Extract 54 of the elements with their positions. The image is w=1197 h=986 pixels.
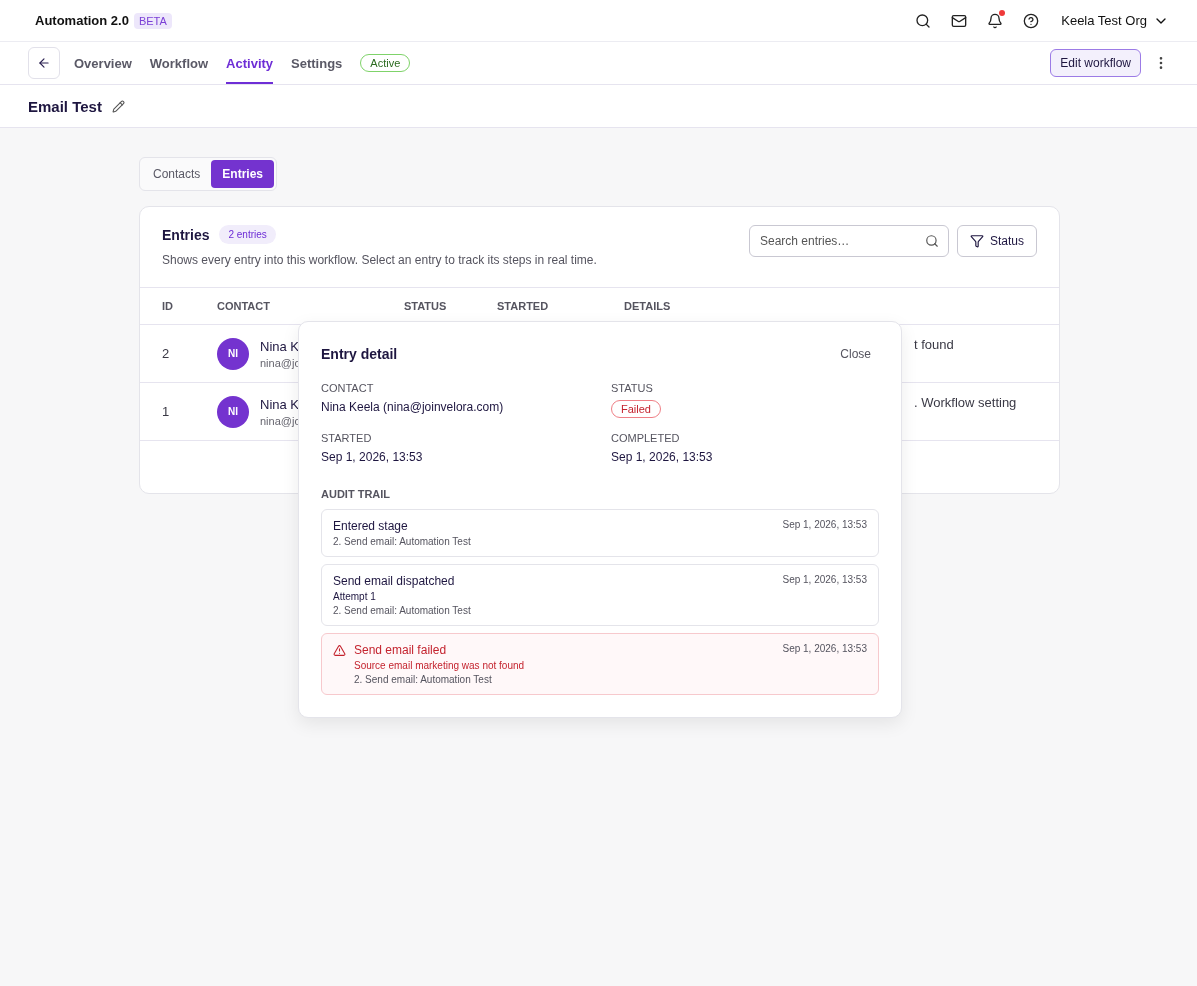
column-header: ID (140, 288, 217, 325)
segment-tab[interactable]: Contacts (142, 160, 212, 188)
field-value: Nina Keela (nina@joinvelora.com) (321, 400, 505, 414)
audit-detail: Attempt 1 (333, 591, 377, 602)
count-badge: 2 entries (219, 225, 276, 244)
page-title: Email Test (28, 97, 102, 115)
pencil-icon[interactable] (111, 99, 125, 113)
field-label: STARTED (321, 432, 373, 444)
avatar: NI (217, 337, 249, 370)
filter-icon (969, 234, 984, 248)
beta-badge: BETA (133, 12, 172, 29)
org-switcher[interactable]: Keela Test Org (1061, 12, 1169, 29)
field-label: COMPLETED (611, 432, 681, 444)
card-description: Shows every entry into this workflow. Select an entry to track its steps in real time. (162, 253, 598, 267)
app-title: Automation 2.0 (35, 13, 129, 28)
table-cell: 2 (162, 346, 170, 361)
back-button[interactable] (28, 47, 60, 79)
field-value: Sep 1, 2026, 13:53 (321, 450, 424, 464)
warning-icon (333, 644, 346, 657)
status-filter-button[interactable]: Status (956, 225, 1037, 257)
audit-title-text: Send email dispatched (333, 574, 456, 588)
search-icon (924, 234, 939, 248)
edit-workflow-button[interactable]: Edit workflow (1050, 49, 1141, 77)
card-title: Entries (162, 226, 210, 243)
audit-step: 2. Send email: Automation Test (333, 605, 775, 616)
field-label: STATUS (611, 382, 654, 394)
table-cell: t found (914, 337, 954, 352)
contact-name: Nina K (260, 338, 301, 354)
audit-detail: Source email marketing was not found (354, 660, 526, 671)
table-cell: . Workflow setting (914, 395, 1017, 410)
close-button[interactable]: Close (840, 347, 871, 361)
dialog-title: Entry detail (321, 346, 398, 362)
audit-step: 2. Send email: Automation Test (354, 674, 775, 685)
bell-icon[interactable] (987, 12, 1004, 29)
audit-title-text: Send email failed (354, 643, 448, 657)
field-value: Sep 1, 2026, 13:53 (611, 450, 714, 464)
nav-tab[interactable]: Workflow (149, 42, 209, 84)
segment-tab[interactable]: Entries (211, 160, 275, 188)
search-field[interactable]: Search entries… (748, 225, 949, 257)
search-icon[interactable] (915, 12, 932, 29)
table-cell: 1 (162, 404, 170, 419)
audit-time: Sep 1, 2026, 13:53 (782, 643, 867, 656)
help-icon[interactable] (1023, 12, 1040, 29)
nav-tab[interactable]: Overview (74, 42, 132, 84)
avatar: NI (217, 395, 249, 428)
contact-name: Nina K (260, 396, 301, 412)
audit-time: Sep 1, 2026, 13:53 (782, 519, 867, 532)
audit-time: Sep 1, 2026, 13:53 (782, 574, 867, 587)
nav-tab[interactable]: Settings (291, 42, 343, 84)
audit-step: 2. Send email: Automation Test (333, 536, 775, 547)
field-label: CONTACT (321, 382, 375, 394)
mail-icon[interactable] (951, 12, 968, 29)
audit-title: AUDIT TRAIL (321, 488, 392, 500)
audit-title-text: Entered stage (333, 519, 409, 533)
